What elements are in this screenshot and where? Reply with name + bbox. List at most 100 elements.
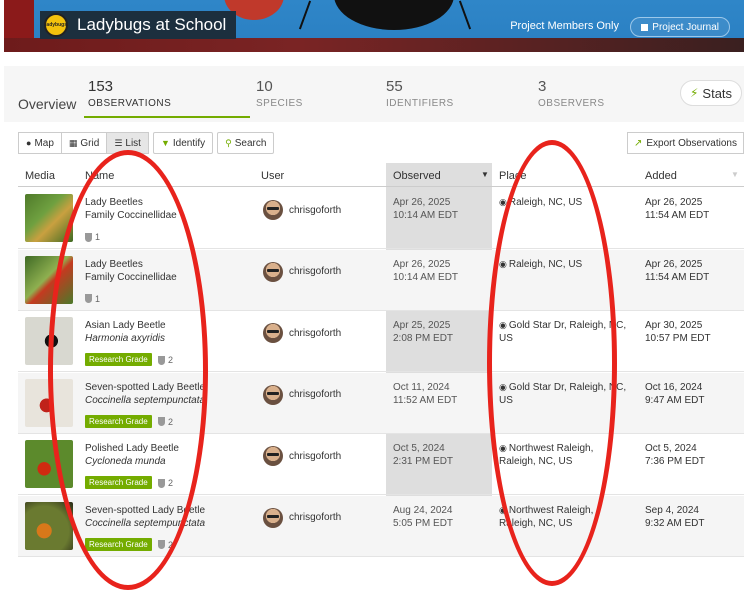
observation-photo-thumbnail[interactable] (25, 255, 73, 304)
observer-user[interactable]: chrisgoforth (263, 200, 341, 220)
banner-bottom-band (4, 38, 744, 52)
observer-user[interactable]: chrisgoforth (263, 446, 341, 466)
user-avatar[interactable] (263, 200, 283, 220)
table-row[interactable]: Asian Lady Beetle Harmonia axyridis Resear… (18, 311, 744, 372)
observer-user[interactable]: chrisgoforth (263, 384, 341, 405)
tab-overview[interactable]: Overview (18, 96, 76, 112)
taxon-name[interactable]: Lady Beetles Family Coccinellidae (85, 258, 177, 284)
observation-photo-thumbnail[interactable] (25, 378, 73, 427)
active-tab-underline (84, 116, 250, 118)
observation-photo-thumbnail[interactable] (25, 317, 73, 365)
table-row[interactable]: Polished Lady Beetle Cycloneda munda Resea… (18, 434, 744, 495)
observation-photo-thumbnail[interactable] (25, 194, 73, 242)
tab-identifiers[interactable]: 55 IDENTIFIERS (386, 78, 454, 109)
project-journal-button[interactable]: Project Journal (630, 17, 730, 37)
user-login[interactable]: chrisgoforth (289, 328, 341, 339)
project-title-box[interactable]: ladybugs Ladybugs at School (40, 11, 237, 39)
user-login[interactable]: chrisgoforth (289, 266, 341, 277)
taxon-name[interactable]: Seven-spotted Lady Beetle Coccinella sept… (85, 504, 205, 530)
observer-user[interactable]: chrisgoforth (263, 507, 341, 528)
taxon-name[interactable]: Lady Beetles Family Coccinellidae (85, 196, 177, 222)
external-link-icon: ↗ (634, 137, 643, 149)
taxon-common-name[interactable]: Polished Lady Beetle (85, 443, 179, 454)
observation-photo-thumbnail[interactable] (25, 501, 73, 550)
tab-observations[interactable]: 153 OBSERVATIONS (88, 78, 171, 109)
identification-count: 2 (158, 417, 173, 427)
observed-date: Oct 11, 2024 11:52 AM EDT (393, 381, 458, 406)
banner-beetle-leg (298, 0, 312, 30)
place-guess: ◉ Raleigh, NC, US (499, 258, 583, 270)
project-logo: ladybugs (44, 13, 68, 37)
user-avatar[interactable] (263, 261, 283, 282)
table-row[interactable]: Lady Beetles Family Coccinellidae 1 chrisgo… (18, 188, 744, 249)
user-login[interactable]: chrisgoforth (289, 389, 341, 400)
research-grade-badge: Research Grade (85, 353, 152, 366)
taxon-name[interactable]: Asian Lady Beetle Harmonia axyridis (85, 319, 166, 345)
observation-photo-thumbnail[interactable] (25, 440, 73, 488)
view-toolbar: ● Map ▦ Grid ☰ List ▼ Identify ⚲ Search (18, 132, 275, 154)
taxon-scientific-name: Family Coccinellidae (85, 210, 177, 221)
header-place[interactable]: Place (499, 170, 527, 182)
table-row[interactable]: Lady Beetles Family Coccinellidae 1 chrisgo… (18, 249, 744, 311)
research-grade-badge: Research Grade (85, 537, 152, 551)
map-marker-icon: ◉ (499, 258, 507, 269)
added-date: Apr 26, 2025 11:54 AM EDT (645, 258, 710, 283)
taxon-common-name[interactable]: Seven-spotted Lady Beetle (85, 382, 205, 393)
grid-view-button[interactable]: ▦ Grid (61, 132, 108, 154)
map-marker-icon: ◉ (499, 197, 507, 207)
identification-shield-icon (85, 294, 92, 303)
tab-species[interactable]: 10 SPECIES (256, 78, 303, 109)
taxon-common-name[interactable]: Lady Beetles (85, 197, 143, 208)
taxon-common-name[interactable]: Asian Lady Beetle (85, 320, 166, 331)
identification-shield-icon (158, 355, 165, 365)
research-grade-badge: Research Grade (85, 414, 152, 428)
identification-count: 2 (158, 478, 173, 488)
sort-caret-down-icon[interactable]: ▼ (481, 170, 489, 179)
sort-caret-icon[interactable]: ▼ (731, 170, 739, 179)
header-added[interactable]: Added (645, 170, 677, 182)
taxon-name[interactable]: Seven-spotted Lady Beetle Coccinella sept… (85, 381, 205, 407)
map-view-button[interactable]: ● Map (18, 132, 62, 154)
user-avatar[interactable] (263, 446, 283, 466)
stats-button[interactable]: ⚡︎ Stats (680, 80, 742, 106)
user-avatar[interactable] (263, 384, 283, 405)
taxon-scientific-name: Coccinella septempunctata (85, 394, 206, 406)
export-observations-button[interactable]: ↗ Export Observations (627, 132, 744, 154)
observed-date: Apr 26, 2025 10:14 AM EDT (393, 258, 459, 283)
observer-user[interactable]: chrisgoforth (263, 323, 341, 343)
user-login[interactable]: chrisgoforth (289, 451, 341, 462)
user-login[interactable]: chrisgoforth (289, 512, 341, 523)
taxon-scientific-name: Coccinella septempunctata (85, 517, 206, 529)
identification-count: 1 (85, 294, 100, 304)
header-name[interactable]: Name (85, 170, 114, 182)
search-icon: ⚲ (225, 137, 232, 148)
header-observed[interactable]: Observed (393, 170, 441, 182)
list-view-button[interactable]: ☰ List (107, 132, 149, 154)
identification-count: 1 (85, 232, 100, 242)
user-login[interactable]: chrisgoforth (289, 205, 341, 216)
taxon-name[interactable]: Polished Lady Beetle Cycloneda munda (85, 442, 179, 468)
search-button[interactable]: ⚲ Search (217, 132, 275, 154)
identification-shield-icon (158, 417, 165, 426)
observed-date: Apr 26, 2025 10:14 AM EDT (393, 197, 459, 221)
taxon-scientific-name: Cycloneda munda (85, 456, 166, 467)
research-grade-badge: Research Grade (85, 476, 152, 489)
identification-shield-icon (158, 540, 165, 549)
observed-date: Apr 25, 2025 2:08 PM EDT (393, 320, 454, 344)
table-row[interactable]: Seven-spotted Lady Beetle Coccinella sept… (18, 372, 744, 434)
map-marker-icon: ◉ (499, 320, 507, 330)
table-header: Media Name User Observed ▼ Place Added ▼ (18, 163, 744, 187)
taxon-common-name[interactable]: Seven-spotted Lady Beetle (85, 505, 205, 516)
user-avatar[interactable] (263, 323, 283, 343)
banner-beetle-leg (458, 0, 472, 30)
tab-observers[interactable]: 3 OBSERVERS (538, 78, 605, 109)
identification-count: 2 (158, 355, 173, 365)
user-avatar[interactable] (263, 507, 283, 528)
added-date: Oct 16, 2024 9:47 AM EDT (645, 381, 705, 406)
map-pin-icon: ● (26, 138, 32, 148)
table-row[interactable]: Seven-spotted Lady Beetle Coccinella sept… (18, 495, 744, 557)
header-user[interactable]: User (261, 170, 284, 182)
observer-user[interactable]: chrisgoforth (263, 261, 341, 282)
taxon-common-name[interactable]: Lady Beetles (85, 259, 143, 270)
identify-button[interactable]: ▼ Identify (152, 132, 214, 154)
